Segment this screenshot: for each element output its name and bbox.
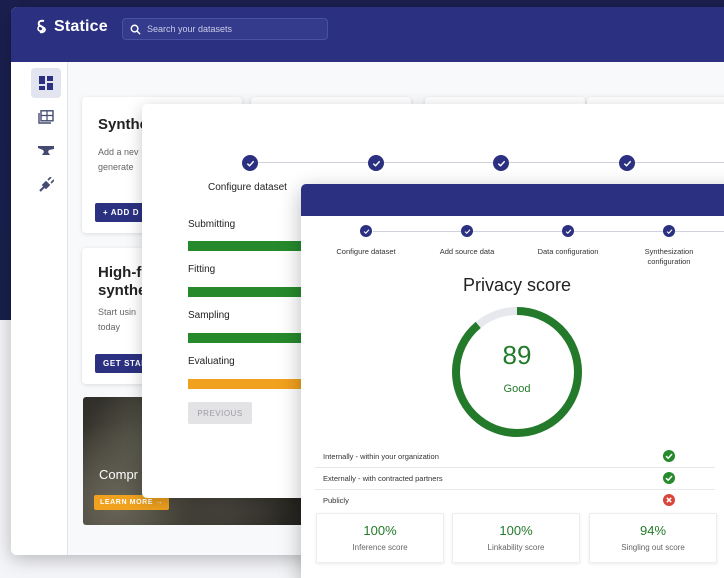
add-dataset-button[interactable]: + ADD D <box>95 203 148 222</box>
card-desc-1: Add a nev <box>98 147 139 157</box>
check-icon <box>623 160 631 167</box>
stage-label: Submitting <box>188 219 236 230</box>
privacy-score-title: Privacy score <box>462 275 572 295</box>
score-value: 94% <box>639 523 667 538</box>
sharing-check-row: Externally - with contracted partners <box>315 468 715 490</box>
card-title: Synthe <box>98 116 149 133</box>
step-done-indicator <box>493 155 509 171</box>
score-card-inference: 100% Inference score <box>316 513 444 563</box>
sharing-check-row: Internally - within your organization <box>315 446 715 468</box>
step-done-indicator <box>663 225 675 237</box>
card-desc-1: Start usin <box>98 307 137 317</box>
score-value: 100% <box>499 523 533 538</box>
step-done-indicator <box>242 155 258 171</box>
stepper-line <box>258 162 724 163</box>
search-box[interactable] <box>122 18 328 40</box>
plug-icon <box>39 177 54 192</box>
sharing-check-label: Externally - with contracted partners <box>323 474 443 483</box>
datasets-icon <box>38 110 54 124</box>
anvil-icon <box>38 146 54 155</box>
check-icon <box>497 160 505 167</box>
step-label: Configure dataset <box>336 247 396 256</box>
privacy-score-label: Good <box>503 383 531 395</box>
step-done-indicator <box>619 155 635 171</box>
stage-label: Sampling <box>188 310 230 321</box>
step-done-indicator <box>360 225 372 237</box>
score-label: Inference score <box>352 543 408 552</box>
card-desc-2: generate <box>98 162 134 172</box>
check-icon <box>666 228 672 234</box>
dialog-header <box>301 184 724 216</box>
stage-progress-bar <box>188 241 308 251</box>
error-circle-icon <box>663 494 675 506</box>
search-icon <box>130 24 141 35</box>
card-title-2: synthe <box>98 282 147 299</box>
check-icon <box>464 228 470 234</box>
score-label: Singling out score <box>621 543 685 552</box>
stage-progress-bar <box>188 333 308 343</box>
search-input[interactable] <box>147 24 317 34</box>
brand-logo[interactable]: Statice <box>35 18 108 36</box>
sidebar <box>11 62 68 555</box>
stage-progress-bar <box>188 379 308 389</box>
step-label: Data configuration <box>537 247 599 256</box>
score-card-singling-out: 94% Singling out score <box>589 513 717 563</box>
step-label: Add source data <box>439 247 495 256</box>
step-label: Synthesization configuration <box>644 247 694 266</box>
check-circle-icon <box>663 450 675 462</box>
brand-name: Statice <box>54 18 108 35</box>
sidebar-item-datasets[interactable] <box>31 102 61 132</box>
privacy-dialog: Configure dataset Add source data Data c… <box>301 184 724 578</box>
check-circle-icon <box>663 472 675 484</box>
check-icon <box>565 228 571 234</box>
privacy-score-gauge <box>452 307 582 437</box>
check-icon <box>363 228 369 234</box>
sidebar-item-integrations[interactable] <box>31 170 61 200</box>
step-label: Configure dataset <box>208 182 287 193</box>
sharing-check-label: Internally - within your organization <box>323 452 439 461</box>
stage-progress-bar <box>188 287 308 297</box>
score-label: Linkability score <box>487 543 545 552</box>
dashboard-icon <box>39 76 53 90</box>
step-done-indicator <box>461 225 473 237</box>
step-done-indicator <box>368 155 384 171</box>
stage-label: Evaluating <box>188 356 235 367</box>
top-bar: Statice <box>11 7 724 62</box>
stage-label: Fitting <box>188 264 216 275</box>
step-done-indicator <box>562 225 574 237</box>
card-desc-2: today <box>98 322 121 332</box>
promo-title: Compr <box>99 467 139 482</box>
sidebar-item-dashboard[interactable] <box>31 68 61 98</box>
sharing-check-label: Publicly <box>323 496 349 505</box>
card-title-1: High-f <box>98 264 142 281</box>
check-icon <box>246 160 254 167</box>
score-value: 100% <box>363 523 397 538</box>
statice-logo-icon <box>37 19 46 34</box>
previous-button[interactable]: PREVIOUS <box>188 402 252 424</box>
check-icon <box>372 160 380 167</box>
sharing-check-row: Publicly <box>315 490 715 512</box>
score-card-linkability: 100% Linkability score <box>452 513 580 563</box>
privacy-score-value: 89 <box>502 340 532 370</box>
sidebar-item-synthesize[interactable] <box>31 136 61 166</box>
